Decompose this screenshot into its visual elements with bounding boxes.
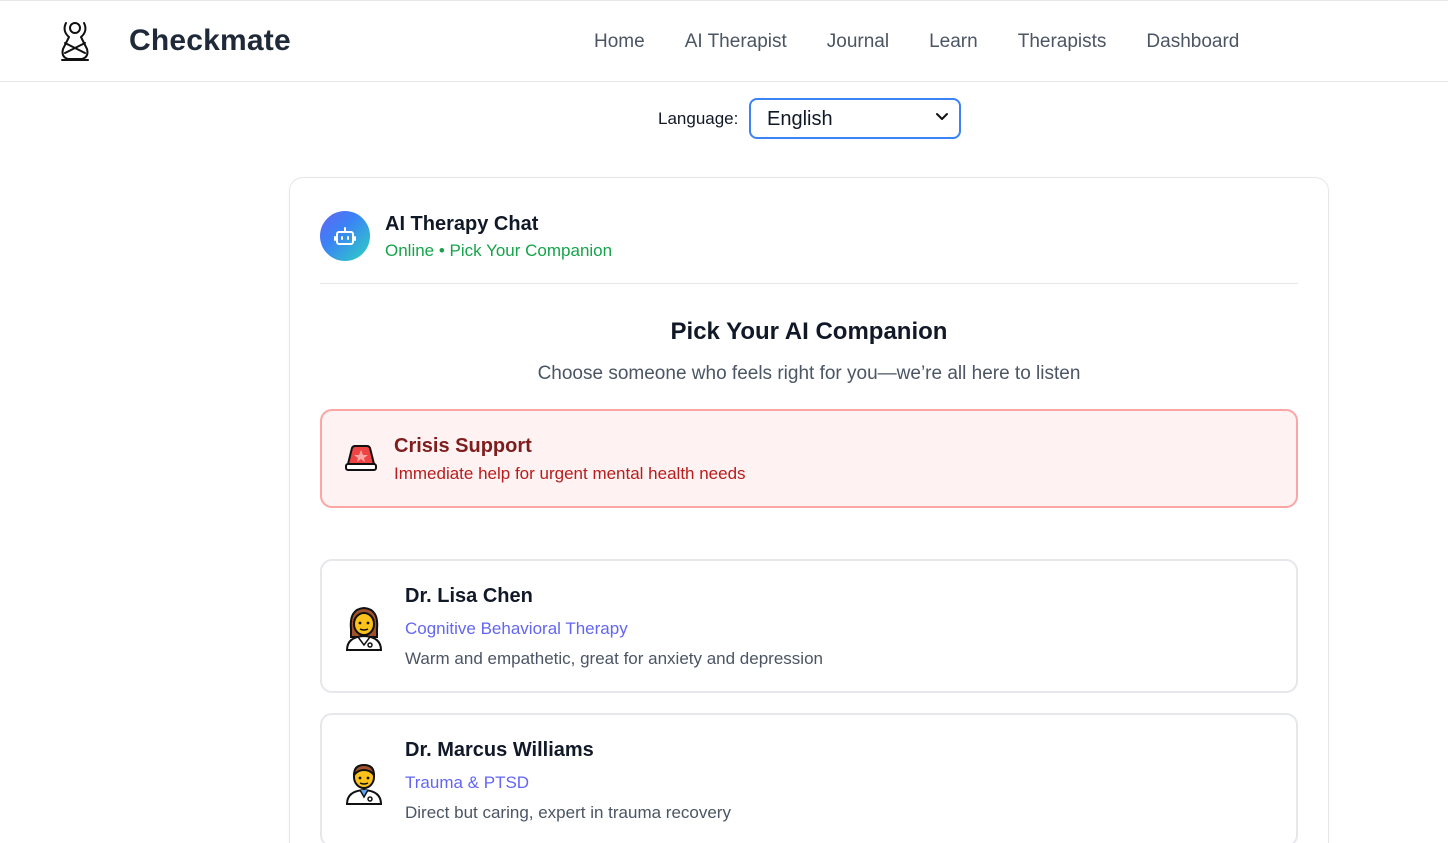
companion-specialty: Cognitive Behavioral Therapy (405, 619, 628, 638)
chevron-down-icon (936, 113, 948, 120)
picker-subtitle: Choose someone who feels right for you—w… (537, 363, 1081, 384)
companion-description: Warm and empathetic, great for anxiety a… (405, 649, 823, 668)
nav-ai-therapist[interactable]: AI Therapist (685, 31, 787, 53)
nav-learn[interactable]: Learn (929, 31, 978, 53)
robot-icon (334, 227, 356, 245)
header-divider (320, 283, 1298, 284)
logo-icon[interactable] (56, 19, 94, 63)
crisis-title: Crisis Support (394, 435, 532, 457)
companion-card-marcus-williams[interactable]: Dr. Marcus Williams Trauma & PTSD Direct… (320, 713, 1298, 843)
top-header: Checkmate Home AI Therapist Journal Lear… (0, 0, 1448, 82)
crisis-description: Immediate help for urgent mental health … (394, 464, 746, 483)
language-label: Language: (658, 109, 739, 128)
chat-status: Online • Pick Your Companion (385, 241, 613, 260)
siren-icon (345, 445, 377, 471)
nav-dashboard[interactable]: Dashboard (1146, 31, 1239, 53)
main-nav: Home AI Therapist Journal Learn Therapis… (594, 31, 1279, 53)
companion-description: Direct but caring, expert in trauma reco… (405, 803, 731, 822)
chat-avatar (320, 211, 370, 261)
companion-name: Dr. Lisa Chen (405, 585, 533, 607)
man-health-worker-icon (345, 763, 383, 805)
nav-therapists[interactable]: Therapists (1018, 31, 1107, 53)
companion-specialty: Trauma & PTSD (405, 773, 530, 792)
picker-title: Pick Your AI Companion (670, 318, 948, 345)
brand-name[interactable]: Checkmate (129, 24, 291, 58)
therapy-chat-card: AI Therapy Chat Online • Pick Your Compa… (289, 177, 1329, 843)
companion-name: Dr. Marcus Williams (405, 739, 594, 761)
crisis-support-card[interactable]: Crisis Support Immediate help for urgent… (320, 409, 1298, 508)
companion-card-lisa-chen[interactable]: Dr. Lisa Chen Cognitive Behavioral Thera… (320, 559, 1298, 693)
chat-title: AI Therapy Chat (385, 213, 539, 235)
language-select[interactable]: English (749, 98, 961, 139)
nav-home[interactable]: Home (594, 31, 645, 53)
language-selected-value: English (767, 108, 833, 130)
woman-health-worker-icon (345, 606, 383, 651)
nav-journal[interactable]: Journal (827, 31, 889, 53)
